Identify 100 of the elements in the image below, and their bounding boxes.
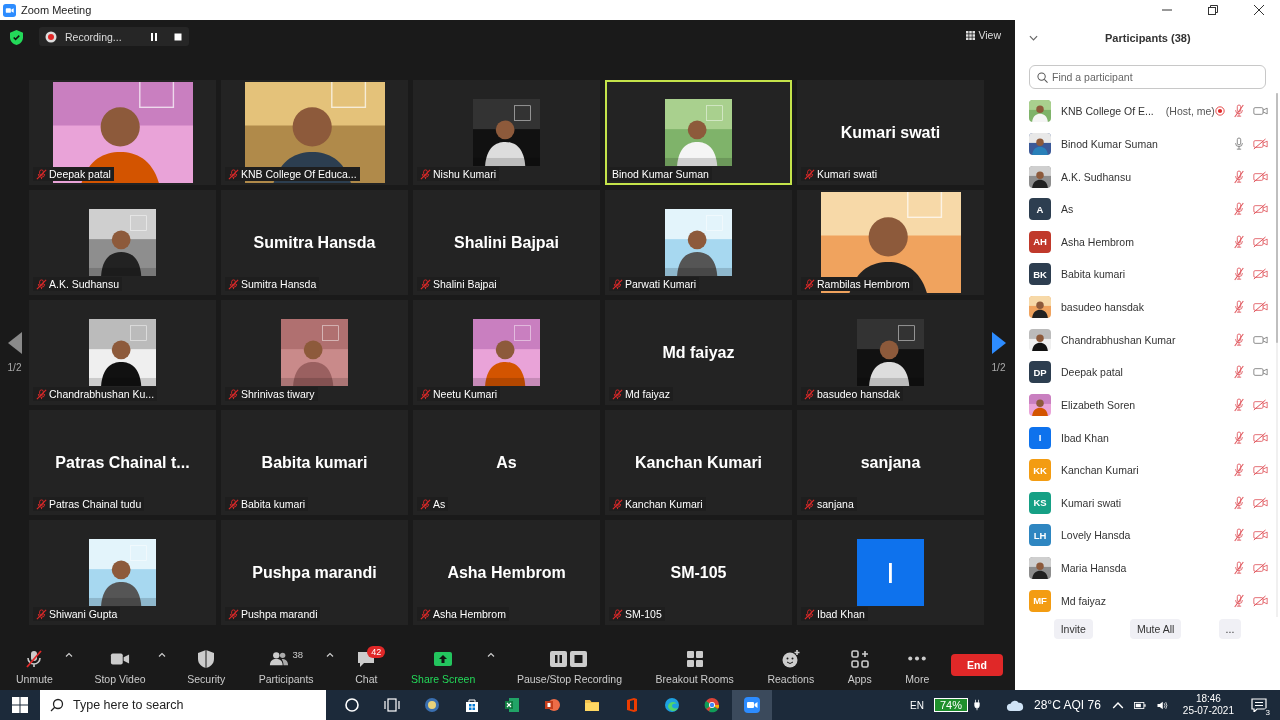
view-button[interactable]: View <box>962 27 1005 43</box>
circle-icon[interactable] <box>344 697 360 713</box>
muted-mic-icon[interactable] <box>1232 104 1245 119</box>
muted-mic-icon[interactable] <box>1232 169 1245 184</box>
muted-mic-icon[interactable] <box>1232 234 1245 249</box>
caret-icon[interactable] <box>64 651 73 657</box>
scrollbar[interactable] <box>1275 93 1278 617</box>
participant-name[interactable]: KNB College Of E... <box>1061 105 1154 118</box>
camera-off-icon[interactable] <box>1252 529 1268 542</box>
participant-name[interactable]: Binod Kumar Suman <box>1061 137 1158 150</box>
toolbar-button[interactable]: 38 Participants <box>246 643 326 687</box>
camera-off-icon[interactable] <box>1252 137 1268 150</box>
participant-name[interactable]: Md faiyaz <box>1061 594 1106 607</box>
participant-name[interactable]: Lovely Hansda <box>1061 529 1131 542</box>
taskbar-search-field[interactable]: Type here to search <box>40 690 326 720</box>
muted-mic-icon[interactable] <box>1232 430 1245 445</box>
panel-button[interactable]: Invite <box>1053 619 1093 639</box>
end-button[interactable]: End <box>950 654 1003 676</box>
camera-off-icon[interactable] <box>1252 203 1268 216</box>
muted-mic-icon[interactable] <box>1232 463 1245 478</box>
camera-off-icon[interactable] <box>1252 594 1268 607</box>
caret-icon[interactable] <box>325 651 334 657</box>
participant-name[interactable]: Maria Hansda <box>1061 562 1127 575</box>
camera-off-icon[interactable] <box>1252 301 1268 314</box>
spreadsheet-icon[interactable] <box>504 697 520 713</box>
camera-off-icon[interactable] <box>1252 464 1268 477</box>
clock-time[interactable]: 18:46 <box>1195 693 1221 705</box>
photo-viewer-icon[interactable] <box>424 697 440 713</box>
toolbar-button[interactable]: Pause/Stop Recording <box>504 643 634 687</box>
toolbar-button[interactable]: Apps <box>835 643 884 687</box>
shopping-bag-icon[interactable] <box>464 697 480 713</box>
toolbar-button[interactable]: More <box>893 643 942 687</box>
pause-icon[interactable] <box>149 31 159 42</box>
toolbar-button[interactable]: Share Screen <box>399 643 488 687</box>
participant-name[interactable]: Ibad Khan <box>1061 431 1109 444</box>
participant-name[interactable]: Kanchan Kumari <box>1061 464 1139 477</box>
participant-name[interactable]: A.K. Sudhansu <box>1061 170 1132 183</box>
muted-mic-icon[interactable] <box>1232 332 1245 347</box>
muted-mic-icon[interactable] <box>1232 365 1245 380</box>
notification-icon[interactable] <box>1251 698 1267 712</box>
panel-button[interactable]: Mute All <box>1130 619 1182 639</box>
muted-mic-icon[interactable] <box>1232 397 1245 412</box>
camera-icon[interactable] <box>1252 366 1268 379</box>
weather-text[interactable]: 28°C AQI 76 <box>1034 698 1101 712</box>
close-icon[interactable] <box>1254 5 1264 15</box>
participant-name[interactable]: Chandrabhushan Kumar <box>1061 333 1176 346</box>
toolbar-button[interactable]: Breakout Rooms <box>643 643 746 687</box>
presentation-icon[interactable] <box>544 697 560 713</box>
office-icon[interactable] <box>624 697 640 713</box>
participant-name[interactable]: As <box>1061 203 1074 216</box>
muted-mic-icon[interactable] <box>1232 495 1245 510</box>
toolbar-button[interactable]: 42 Chat <box>343 643 390 687</box>
camera-icon[interactable] <box>1252 105 1268 118</box>
round-browser-icon[interactable] <box>704 697 720 713</box>
muted-mic-icon[interactable] <box>1232 561 1245 576</box>
camera-off-icon[interactable] <box>1252 235 1268 248</box>
camera-icon[interactable] <box>1252 333 1268 346</box>
folder-icon[interactable] <box>584 697 600 713</box>
muted-mic-icon[interactable] <box>1232 300 1245 315</box>
panel-button[interactable]: ... <box>1218 619 1242 639</box>
participant-name[interactable]: Deepak patal <box>1061 366 1123 379</box>
caret-icon[interactable] <box>157 651 166 657</box>
camera-off-icon[interactable] <box>1252 398 1268 411</box>
camera-off-icon[interactable] <box>1252 431 1268 444</box>
search-field[interactable]: Find a participant <box>1029 65 1266 89</box>
restore-icon[interactable] <box>1208 5 1218 15</box>
browser-icon[interactable] <box>664 697 680 713</box>
cloud-icon[interactable] <box>1006 698 1024 712</box>
task-view-icon[interactable] <box>384 697 400 713</box>
participant-name[interactable]: Babita kumari <box>1061 268 1126 281</box>
chevron-down-icon[interactable] <box>1029 35 1038 41</box>
participant-name[interactable]: basudeo hansdak <box>1061 301 1144 314</box>
participant-name[interactable]: Asha Hembrom <box>1061 235 1134 248</box>
next-page-icon[interactable] <box>991 332 1006 354</box>
chevron-up-icon[interactable] <box>1111 700 1124 710</box>
windows-logo-icon[interactable] <box>12 697 28 713</box>
battery-indicator[interactable]: 74% <box>933 698 968 712</box>
volume-icon[interactable] <box>1155 700 1168 710</box>
shield-icon[interactable] <box>10 30 23 45</box>
camera-off-icon[interactable] <box>1252 268 1268 281</box>
participant-name[interactable]: Elizabeth Soren <box>1061 398 1136 411</box>
camera-off-icon[interactable] <box>1252 496 1268 509</box>
toolbar-button[interactable]: Reactions <box>755 643 827 687</box>
toolbar-button[interactable]: Stop Video <box>82 643 158 687</box>
battery-icon[interactable] <box>1133 700 1146 710</box>
mic-icon[interactable] <box>1232 136 1245 151</box>
language-indicator[interactable]: EN <box>910 699 924 711</box>
muted-mic-icon[interactable] <box>1232 267 1245 282</box>
clock-date[interactable]: 25-07-2021 <box>1182 705 1234 717</box>
camera-off-icon[interactable] <box>1252 170 1268 183</box>
toolbar-button[interactable]: Unmute <box>4 643 65 687</box>
camera-off-icon[interactable] <box>1252 562 1268 575</box>
caret-icon[interactable] <box>487 651 496 657</box>
active-app-button[interactable] <box>732 690 772 720</box>
stop-icon[interactable] <box>173 31 183 42</box>
toolbar-button[interactable]: Security <box>175 643 238 687</box>
muted-mic-icon[interactable] <box>1232 593 1245 608</box>
muted-mic-icon[interactable] <box>1232 202 1245 217</box>
muted-mic-icon[interactable] <box>1232 528 1245 543</box>
participant-name[interactable]: Kumari swati <box>1061 496 1122 509</box>
